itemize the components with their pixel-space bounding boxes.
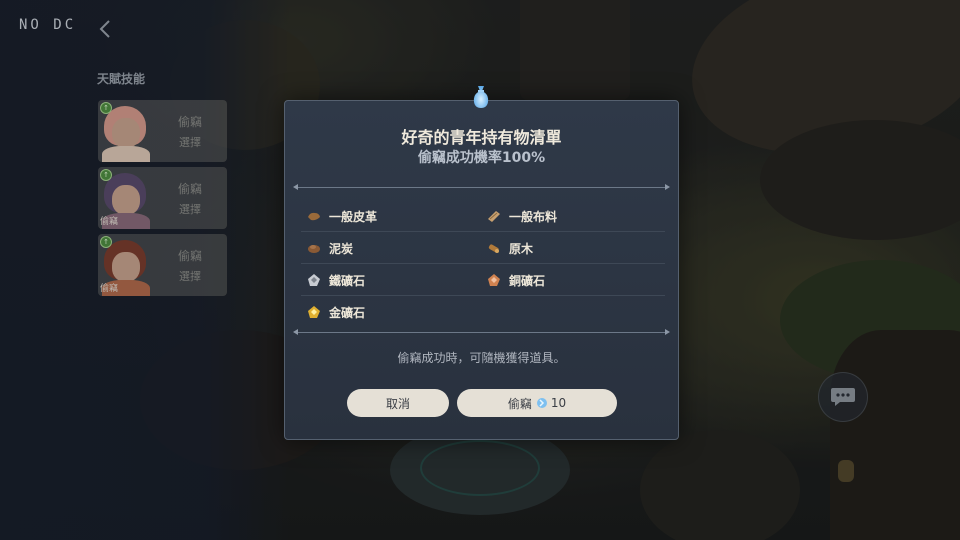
item-entry: 鐵礦石 — [307, 264, 365, 296]
iron-ore-icon — [308, 274, 320, 286]
item-name: 泥炭 — [329, 241, 354, 256]
item-row: 鐵礦石 銅礦石 — [301, 264, 665, 296]
cancel-button-label: 取消 — [385, 396, 410, 411]
peat-icon — [308, 245, 320, 253]
stamina-icon — [536, 398, 547, 408]
item-name: 一般皮革 — [329, 209, 378, 224]
money-pouch-icon — [473, 86, 489, 108]
item-name: 銅礦石 — [509, 273, 546, 288]
item-name: 金礦石 — [329, 305, 366, 320]
steal-cost-value: 10 — [550, 396, 567, 410]
item-list: 一般皮革 一般布料 泥炭 原木 鐵礦石 銅礦石 金礦石 — [301, 200, 665, 328]
dialog-title: 好奇的青年持有物清單 — [401, 128, 562, 147]
steal-dialog: 好奇的青年持有物清單 偷竊成功機率100% 一般皮革 一般布料 泥炭 原木 鐵礦… — [284, 100, 679, 440]
gold-ore-icon — [308, 306, 320, 318]
cancel-button[interactable]: 取消 — [347, 389, 449, 417]
item-row: 泥炭 原木 — [301, 232, 665, 264]
steal-button-label: 偷竊 — [507, 396, 532, 411]
item-name: 原木 — [509, 241, 534, 256]
item-entry: 泥炭 — [307, 232, 353, 264]
item-entry: 一般布料 — [487, 200, 557, 232]
leather-icon — [308, 212, 320, 221]
item-name: 鐵礦石 — [329, 273, 366, 288]
item-name: 一般布料 — [509, 209, 558, 224]
divider-top — [293, 184, 670, 190]
steal-button[interactable]: 偷竊 10 — [457, 389, 617, 417]
log-icon — [488, 244, 499, 253]
divider-bottom — [293, 329, 670, 335]
item-entry: 銅礦石 — [487, 264, 545, 296]
item-entry: 原木 — [487, 232, 533, 264]
steal-note: 偷竊成功時，可隨機獲得道具。 — [397, 351, 566, 365]
item-row: 金礦石 — [301, 296, 665, 328]
success-rate-label: 偷竊成功機率100% — [417, 150, 546, 166]
item-row: 一般皮革 一般布料 — [301, 200, 665, 232]
copper-ore-icon — [488, 274, 500, 286]
item-entry: 一般皮革 — [307, 200, 377, 232]
item-entry: 金礦石 — [307, 296, 365, 328]
cloth-icon — [488, 211, 500, 222]
